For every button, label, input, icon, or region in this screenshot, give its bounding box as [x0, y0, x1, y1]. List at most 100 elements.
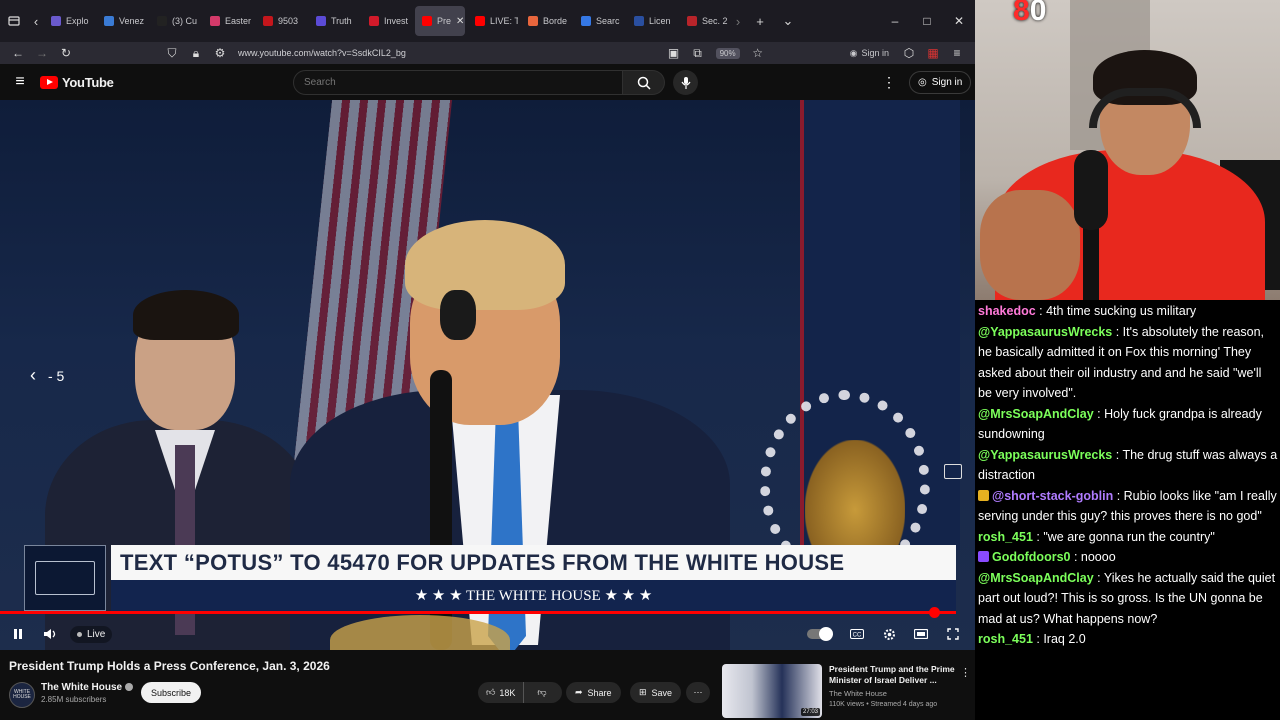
svg-text:CC: CC — [853, 633, 862, 639]
screenshot-icon[interactable]: ⧉ — [686, 46, 710, 61]
recommended-channel: The White House — [829, 689, 887, 698]
close-window-icon[interactable]: ✕ — [943, 14, 975, 28]
gear-icon — [883, 628, 895, 640]
recommended-video[interactable]: 27:03 President Trump and the Prime Mini… — [722, 664, 972, 718]
captions-button[interactable]: CC — [841, 620, 873, 648]
progress-scrubber[interactable] — [928, 607, 940, 618]
browser-tab[interactable]: Searc — [574, 6, 624, 36]
browser-tab[interactable]: Borde — [521, 6, 571, 36]
tab-favicon-icon — [369, 16, 379, 26]
browser-tab[interactable]: Sec. 2 — [680, 6, 730, 36]
zoom-level[interactable]: 90% — [715, 47, 740, 59]
tab-label: 9503 — [278, 16, 299, 26]
recommended-duration: 27:03 — [800, 708, 820, 716]
chat-username: @YappasaurusWrecks — [978, 447, 1113, 462]
tab-list-dropdown-icon[interactable]: ⌄ — [774, 7, 802, 35]
seek-back-indicator[interactable]: ‹ - 5 — [30, 365, 64, 386]
save-icon: ⊞ — [639, 687, 647, 697]
save-label: Save — [651, 687, 673, 698]
mic-arm-image — [1083, 225, 1099, 300]
thumbs-down-icon: 👎︎ — [537, 687, 547, 697]
new-tab-icon[interactable]: + — [746, 7, 774, 35]
tab-favicon-icon — [104, 16, 114, 26]
tab-favicon-icon — [528, 16, 538, 26]
podium-microphone — [440, 290, 476, 340]
youtube-logo[interactable]: YouTube — [40, 75, 114, 90]
browser-tab[interactable]: Explo — [44, 6, 94, 36]
tab-label: Sec. 2 — [702, 16, 728, 26]
chat-message: @YappasaurusWrecks : It's absolutely the… — [978, 322, 1278, 404]
chat-separator: : — [1032, 529, 1044, 544]
bookmark-star-icon[interactable]: ☆ — [746, 46, 770, 60]
extensions-icon[interactable]: ⬡ — [897, 46, 921, 60]
video-title: President Trump Holds a Press Conference… — [9, 659, 330, 673]
channel-name[interactable]: The White House — [41, 682, 122, 693]
youtube-signin-button[interactable]: ◎ Sign in — [909, 71, 972, 94]
reload-icon[interactable]: ↻ — [54, 46, 78, 60]
tab-favicon-icon — [634, 16, 644, 26]
dislike-button[interactable]: 👎︎ — [529, 687, 554, 698]
back-icon[interactable]: ← — [6, 46, 30, 60]
account-signin[interactable]: ◉ Sign in — [850, 48, 889, 59]
minimize-icon[interactable]: – — [879, 14, 911, 28]
more-horizontal-icon: ⋯ — [693, 687, 703, 697]
miniplayer-icon[interactable] — [944, 464, 962, 479]
menu-icon[interactable]: ≡ — [945, 46, 969, 60]
close-tab-icon[interactable]: ✕ — [456, 16, 464, 27]
subscribe-button[interactable]: Subscribe — [141, 682, 201, 703]
browser-tab[interactable]: Licen — [627, 6, 677, 36]
recommended-title[interactable]: President Trump and the Prime Minister o… — [829, 664, 959, 686]
forward-icon[interactable]: → — [30, 46, 54, 60]
like-button[interactable]: 👍︎ 18K — [478, 682, 525, 703]
voice-search-button[interactable] — [673, 70, 698, 95]
volume-button[interactable] — [34, 620, 66, 648]
recommended-more-icon[interactable]: ⋮ — [960, 666, 971, 679]
shield-icon[interactable]: ⛉ — [160, 46, 184, 61]
settings-more-icon[interactable]: ⋮ — [882, 74, 896, 91]
tab-scroll-right-icon[interactable]: › — [730, 7, 746, 35]
chat-badge-icon — [978, 489, 989, 501]
maximize-icon[interactable]: □ — [911, 14, 943, 28]
search-input[interactable] — [293, 70, 623, 95]
progress-bar[interactable] — [0, 607, 956, 618]
browser-tab[interactable]: LIVE: T — [468, 6, 518, 36]
pause-button[interactable] — [2, 620, 34, 648]
more-actions-button[interactable]: ⋯ — [686, 682, 710, 703]
live-badge[interactable]: Live — [70, 625, 113, 643]
save-button[interactable]: ⊞ Save — [630, 682, 682, 703]
lock-icon[interactable]: 🔒︎ — [184, 46, 208, 61]
screen: ‹ Explo Venez (3) Cu Easter 9503 Truth Invest P… — [0, 0, 1280, 720]
channel-avatar[interactable]: WHITE HOUSE — [9, 682, 35, 708]
search-button[interactable] — [623, 70, 665, 95]
browser-tab[interactable]: Easter — [203, 6, 253, 36]
autoplay-toggle[interactable] — [807, 627, 833, 641]
permissions-icon[interactable]: ⚙ — [208, 46, 232, 60]
browser-tab[interactable]: Pre ✕ — [415, 6, 465, 36]
browser-tab[interactable]: (3) Cu — [150, 6, 200, 36]
reader-view-icon[interactable]: ▣ — [662, 46, 686, 60]
tab-favicon-icon — [157, 16, 167, 26]
like-count: 18K — [499, 687, 516, 698]
chat-username: Godofdoors0 — [992, 550, 1071, 564]
browser-tab[interactable]: Invest — [362, 6, 412, 36]
fullscreen-button[interactable] — [937, 620, 969, 648]
channel-name-wrap[interactable]: The White House — [41, 682, 134, 693]
chat-text: noooo — [1080, 550, 1116, 564]
tab-scroll-left-icon[interactable]: ‹ — [28, 7, 44, 35]
share-button[interactable]: ➦ Share — [566, 682, 621, 703]
browser-tab[interactable]: Truth — [309, 6, 359, 36]
settings-button[interactable] — [873, 620, 905, 648]
chat-username: @short-stack-goblin — [992, 488, 1114, 503]
browser-tab[interactable]: Venez — [97, 6, 147, 36]
recommended-thumbnail[interactable]: 27:03 — [722, 664, 822, 718]
video-player[interactable]: ‹ - 5 TEXT “POTUS” TO 45470 FOR UPDATES … — [0, 100, 975, 650]
tab-label: Explo — [66, 16, 89, 26]
url-bar[interactable]: www.youtube.com/watch?v=SsdkCIL2_bg — [238, 48, 662, 58]
tab-overview-icon[interactable] — [0, 7, 28, 35]
guide-menu-icon[interactable]: ≡ — [0, 73, 40, 91]
browser-tab[interactable]: 9503 — [256, 6, 306, 36]
addon-icon[interactable]: ▦ — [921, 46, 945, 60]
theater-mode-button[interactable] — [905, 620, 937, 648]
tab-label: Truth — [331, 16, 352, 26]
browser-tab-strip: ‹ Explo Venez (3) Cu Easter 9503 Truth Invest P… — [0, 0, 975, 42]
